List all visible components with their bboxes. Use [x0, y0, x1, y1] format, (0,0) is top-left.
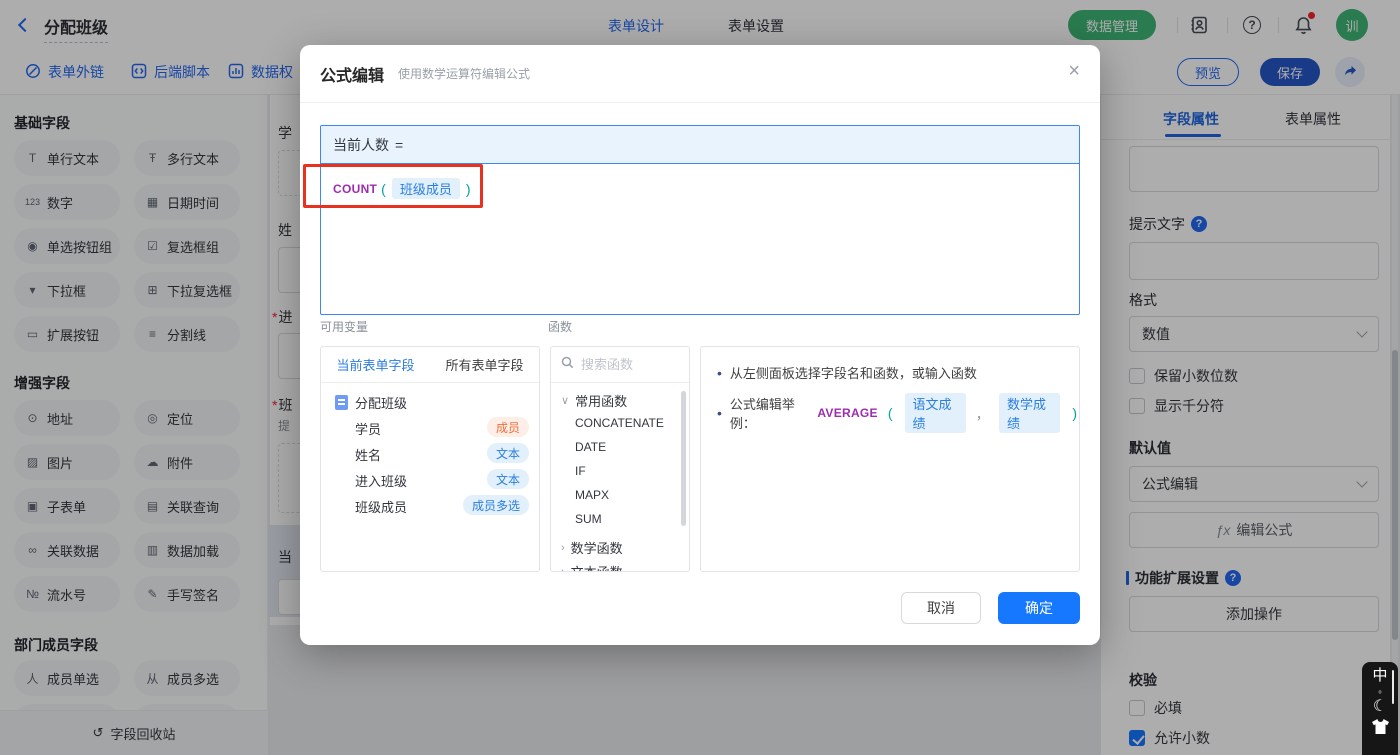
function-item[interactable]: MAPX — [575, 488, 609, 502]
cancel-button[interactable]: 取消 — [901, 592, 981, 624]
theme-shirt-icon[interactable] — [1371, 719, 1389, 739]
language-toggle-icon[interactable]: 中 — [1372, 668, 1387, 683]
formula-edit-modal: 公式编辑 使用数学运算符编辑公式 × 当前人数 = COUNT(班级成员) 可用… — [300, 45, 1100, 645]
modal-header: 公式编辑 使用数学运算符编辑公式 — [300, 45, 1100, 103]
functions-section-label: 函数 — [548, 320, 573, 334]
function-group-text[interactable]: › 文本函数 — [561, 562, 623, 572]
function-search[interactable] — [551, 347, 689, 383]
confirm-button[interactable]: 确定 — [998, 592, 1080, 624]
form-doc-icon — [335, 395, 348, 410]
open-paren: ( — [887, 405, 893, 421]
function-item[interactable]: SUM — [575, 512, 602, 526]
equals-sign: = — [395, 136, 404, 153]
language-sub-mark: ₒ — [1378, 686, 1382, 695]
chevron-right-icon: › — [561, 541, 565, 554]
modal-title: 公式编辑 — [320, 67, 385, 85]
variable-row[interactable]: 学员 — [335, 419, 381, 438]
bullet-icon: • — [717, 364, 722, 381]
functions-scrollbar-thumb[interactable] — [681, 391, 686, 526]
search-icon — [561, 356, 574, 374]
variable-row[interactable]: 班级成员 — [335, 497, 407, 516]
function-item[interactable]: CONCATENATE — [575, 416, 664, 430]
field-type-tag: 文本 — [487, 469, 530, 489]
example-function-name: AVERAGE — [817, 406, 878, 420]
variable-row[interactable]: 进入班级 — [335, 471, 407, 490]
variables-panel: 当前表单字段 所有表单字段 分配班级 学员 成员 姓名 文本 进入班级 文本 班… — [320, 346, 540, 572]
hint-line-1: • 从左侧面板选择字段名和函数，或输入函数 — [717, 364, 977, 382]
function-group-common[interactable]: ∨ 常用函数 — [561, 391, 627, 410]
functions-panel: ∨ 常用函数 CONCATENATE DATE IF MAPX SUM › 数学… — [550, 346, 690, 572]
floating-widget[interactable]: 中 ₒ ☾ — [1362, 662, 1398, 755]
dark-mode-moon-icon[interactable]: ☾ — [1373, 699, 1387, 715]
form-tree-root[interactable]: 分配班级 — [335, 393, 407, 412]
chevron-down-icon: ∨ — [561, 395, 570, 407]
bullet-icon: • — [717, 405, 722, 421]
field-type-tag: 文本 — [487, 443, 530, 463]
variables-section-label: 可用变量 — [320, 320, 369, 334]
annotation-red-box — [303, 164, 483, 208]
modal-subtitle: 使用数学运算符编辑公式 — [398, 67, 531, 81]
field-type-tag: 成员 — [487, 417, 530, 437]
hint-panel: • 从左侧面板选择字段名和函数，或输入函数 • 公式编辑举例： AVERAGE(语… — [700, 346, 1080, 572]
function-search-input[interactable] — [581, 357, 676, 372]
close-paren: ) — [1072, 405, 1077, 421]
app-root: 分配班级 表单设计 表单设置 数据管理 ? 训 表单外链 后端脚本 数据权 预览… — [0, 0, 1400, 755]
formula-editor[interactable]: 当前人数 = COUNT(班级成员) — [320, 125, 1080, 315]
variable-row[interactable]: 姓名 — [335, 445, 381, 464]
example-field-chip: 语文成绩 — [904, 393, 966, 433]
field-type-tag: 成员多选 — [463, 495, 530, 515]
comma: ， — [975, 406, 989, 422]
formula-target-row: 当前人数 = — [321, 126, 1079, 164]
widget-scrollbar — [1392, 670, 1394, 704]
tab-all-form-fields[interactable]: 所有表单字段 — [445, 355, 523, 374]
variables-tabs: 当前表单字段 所有表单字段 — [321, 347, 539, 383]
tab-current-form-fields[interactable]: 当前表单字段 — [336, 355, 414, 374]
example-field-chip: 数学成绩 — [998, 393, 1061, 433]
formula-target-field: 当前人数 — [333, 136, 389, 153]
function-item[interactable]: IF — [575, 464, 586, 478]
close-icon[interactable]: × — [1068, 61, 1080, 81]
function-item[interactable]: DATE — [575, 440, 606, 454]
chevron-right-icon: › — [561, 565, 565, 572]
function-group-math[interactable]: › 数学函数 — [561, 538, 623, 557]
hint-line-2: • 公式编辑举例： AVERAGE(语文成绩，数学成绩) — [717, 393, 1079, 433]
